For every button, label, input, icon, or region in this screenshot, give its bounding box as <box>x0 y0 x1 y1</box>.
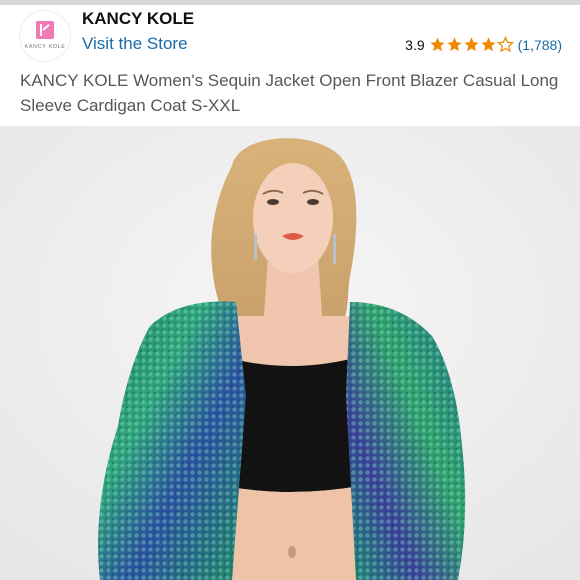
star-outline-icon <box>496 36 514 53</box>
star-rating <box>429 36 514 53</box>
logo-text: KANCY KOLE <box>24 44 66 50</box>
star-icon <box>464 37 479 52</box>
rating-score: 3.9 <box>405 36 425 53</box>
product-photo <box>0 126 580 580</box>
visit-store-link[interactable]: Visit the Store <box>82 34 188 54</box>
logo-k-icon <box>36 21 54 39</box>
store-header: KANCY KOLE KANCY KOLE Visit the Store 3.… <box>0 5 580 65</box>
product-title: KANCY KOLE Women's Sequin Jacket Open Fr… <box>20 71 559 115</box>
brand-logo[interactable]: KANCY KOLE <box>20 11 70 61</box>
brand-name: KANCY KOLE <box>82 9 195 28</box>
rating-summary[interactable]: 3.9 (1,788) <box>405 36 562 53</box>
product-image[interactable] <box>0 126 580 580</box>
star-icon <box>430 37 445 52</box>
star-icon <box>481 37 496 52</box>
rating-count: (1,788) <box>517 36 562 53</box>
star-icon <box>447 37 462 52</box>
